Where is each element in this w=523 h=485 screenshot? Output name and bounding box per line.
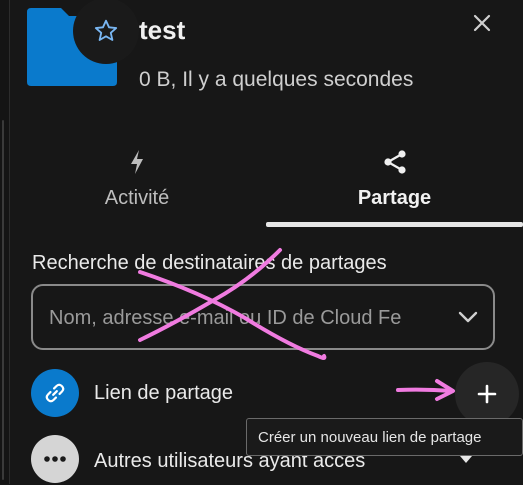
favorite-button[interactable]	[73, 0, 139, 64]
plus-icon	[477, 384, 497, 404]
close-icon	[473, 14, 491, 32]
tab-activity-label: Activité	[104, 187, 170, 209]
lightning-icon	[131, 150, 143, 174]
tab-activity[interactable]: Activité	[10, 145, 264, 225]
add-share-link-button[interactable]	[455, 362, 519, 426]
tab-share[interactable]: Partage	[266, 145, 523, 225]
left-edge	[0, 0, 9, 484]
share-icon	[383, 150, 406, 174]
share-link-label: Lien de partage	[94, 382, 234, 404]
caret-down-icon[interactable]	[459, 455, 473, 464]
active-tab-indicator	[266, 222, 523, 227]
scrollbar[interactable]	[2, 120, 4, 480]
file-name: test	[139, 15, 186, 45]
other-users-avatar	[31, 435, 79, 483]
more-icon	[44, 456, 66, 462]
share-link-avatar	[31, 369, 79, 417]
tab-share-label: Partage	[357, 187, 432, 209]
share-link-row[interactable]: Lien de partage	[31, 369, 501, 419]
share-search-box	[31, 284, 495, 350]
share-search-label: Recherche de destinataires de partages	[32, 252, 387, 274]
link-icon	[45, 383, 65, 403]
star-icon	[94, 19, 118, 41]
search-fade	[413, 286, 453, 348]
chevron-down-icon	[458, 311, 478, 323]
search-dropdown-toggle[interactable]	[453, 302, 483, 332]
share-search-input[interactable]	[47, 286, 451, 348]
close-button[interactable]	[468, 9, 496, 37]
add-link-tooltip: Créer un nouveau lien de partage	[246, 418, 523, 456]
file-meta: 0 B, Il y a quelques secondes	[139, 68, 414, 91]
